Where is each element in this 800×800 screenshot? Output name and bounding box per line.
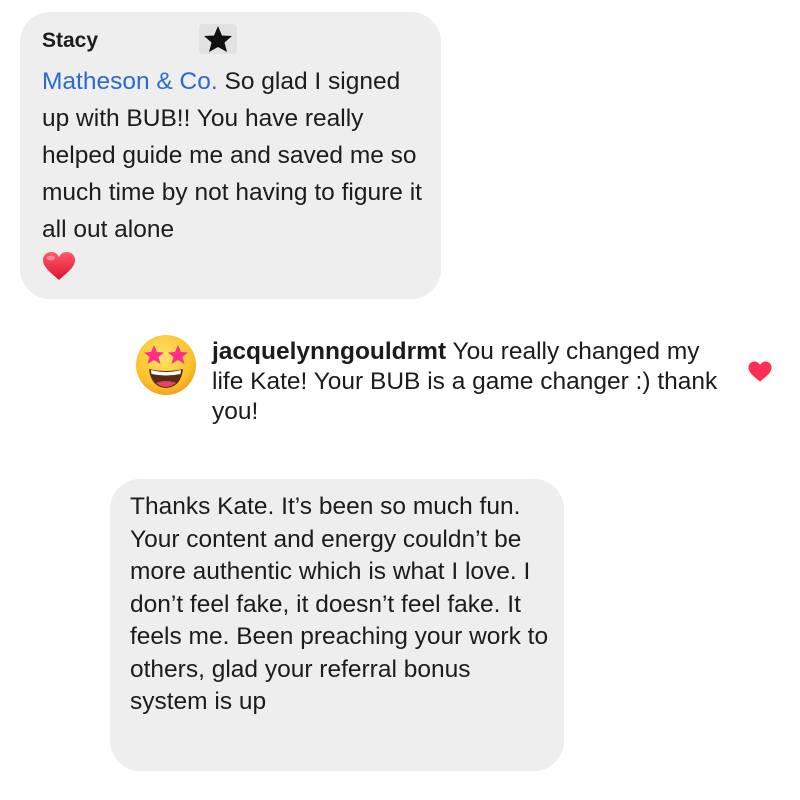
comment-author-name[interactable]: Stacy [42,29,98,53]
comment-bubble-reply: Thanks Kate. It’s been so much fun. Your… [110,479,564,771]
star-icon [204,26,232,52]
comment-bubble-stacy: Stacy Matheson & Co. So glad I signed up… [20,12,441,299]
star-struck-emoji-icon[interactable] [134,333,198,397]
mention-link[interactable]: Matheson & Co. [42,68,218,95]
comment-text: Matheson & Co. So glad I signed up with … [42,63,434,248]
comment-text: jacquelynngouldrmt You really changed my… [212,337,722,427]
star-badge[interactable] [199,24,237,54]
comment-username[interactable]: jacquelynngouldrmt [212,338,446,365]
like-heart-icon[interactable] [748,361,772,387]
heart-emoji-icon [42,251,76,286]
comment-body: Thanks Kate. It’s been so much fun. Your… [130,493,549,715]
